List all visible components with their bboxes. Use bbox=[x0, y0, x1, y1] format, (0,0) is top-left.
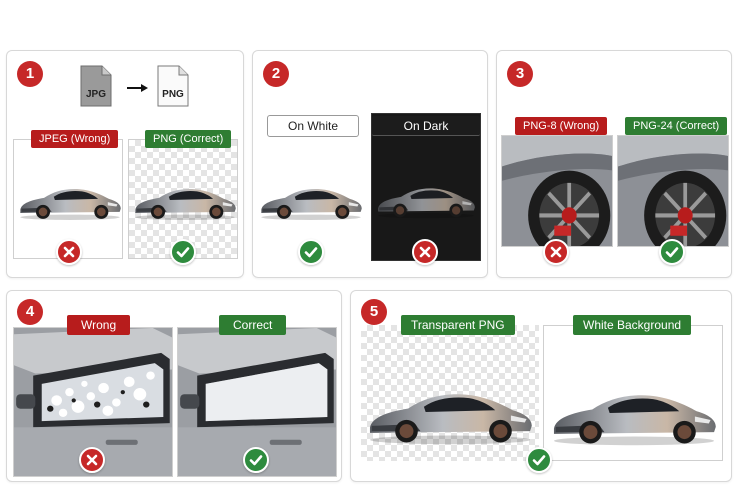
correct-check-icon bbox=[243, 447, 269, 473]
on-white-label: On White bbox=[267, 115, 359, 137]
correct-label: Correct bbox=[219, 315, 287, 335]
step-4-panel: 4 Wrong Correct bbox=[6, 290, 342, 482]
car-on-white-image bbox=[257, 178, 365, 222]
car-image bbox=[16, 178, 123, 222]
step-4-number: 4 bbox=[17, 299, 43, 325]
wrong-x-icon bbox=[412, 239, 438, 265]
png-correct-label: PNG (Correct) bbox=[145, 130, 232, 148]
png8-wrong-label: PNG-8 (Wrong) bbox=[515, 117, 608, 135]
white-background-label: White Background bbox=[573, 315, 692, 335]
step-5-panel: 5 Transparent PNG White Background bbox=[350, 290, 732, 482]
white-background-preview bbox=[543, 325, 723, 461]
png24-preview bbox=[617, 135, 729, 247]
step-1-panel: 1 JPG PNG JPEG (Wrong) PNG (Correct) bbox=[6, 50, 244, 278]
png-format-label: PNG bbox=[162, 89, 184, 100]
png-best-practices-infographic: 1 JPG PNG JPEG (Wrong) PNG (Correct) 2 O… bbox=[0, 0, 740, 494]
step-3-number: 3 bbox=[507, 61, 533, 87]
png24-correct-label: PNG-24 (Correct) bbox=[625, 117, 728, 135]
car-image bbox=[363, 377, 537, 447]
correct-check-icon bbox=[526, 447, 552, 473]
correct-check-icon bbox=[170, 239, 196, 265]
step-2-number: 2 bbox=[263, 61, 289, 87]
car-image bbox=[547, 378, 721, 448]
wheel-closeup-image bbox=[502, 136, 613, 247]
correct-check-icon bbox=[659, 239, 685, 265]
car-image bbox=[374, 178, 478, 220]
wrong-label: Wrong bbox=[67, 315, 131, 335]
correct-check-icon bbox=[298, 239, 324, 265]
transparent-png-preview bbox=[361, 325, 539, 461]
jpeg-wrong-label: JPEG (Wrong) bbox=[31, 130, 119, 148]
step-5-number: 5 bbox=[361, 299, 387, 325]
wrong-x-icon bbox=[543, 239, 569, 265]
arrow-right-icon bbox=[127, 83, 149, 93]
car-image bbox=[131, 178, 238, 222]
wheel-closeup-image bbox=[618, 136, 729, 247]
jpg-format-label: JPG bbox=[85, 89, 106, 100]
step-1-number: 1 bbox=[17, 61, 43, 87]
wrong-x-icon bbox=[79, 447, 105, 473]
png8-preview bbox=[501, 135, 613, 247]
transparent-png-label: Transparent PNG bbox=[401, 315, 515, 335]
jpg-file-icon: JPG bbox=[80, 65, 112, 107]
png-file-icon: PNG bbox=[157, 65, 189, 107]
on-dark-label: On Dark bbox=[372, 116, 480, 136]
step-3-panel: 3 PNG-8 (Wrong) PNG-24 (Correct) bbox=[496, 50, 732, 278]
step-2-panel: 2 On White On Dark bbox=[252, 50, 488, 278]
wrong-x-icon bbox=[56, 239, 82, 265]
